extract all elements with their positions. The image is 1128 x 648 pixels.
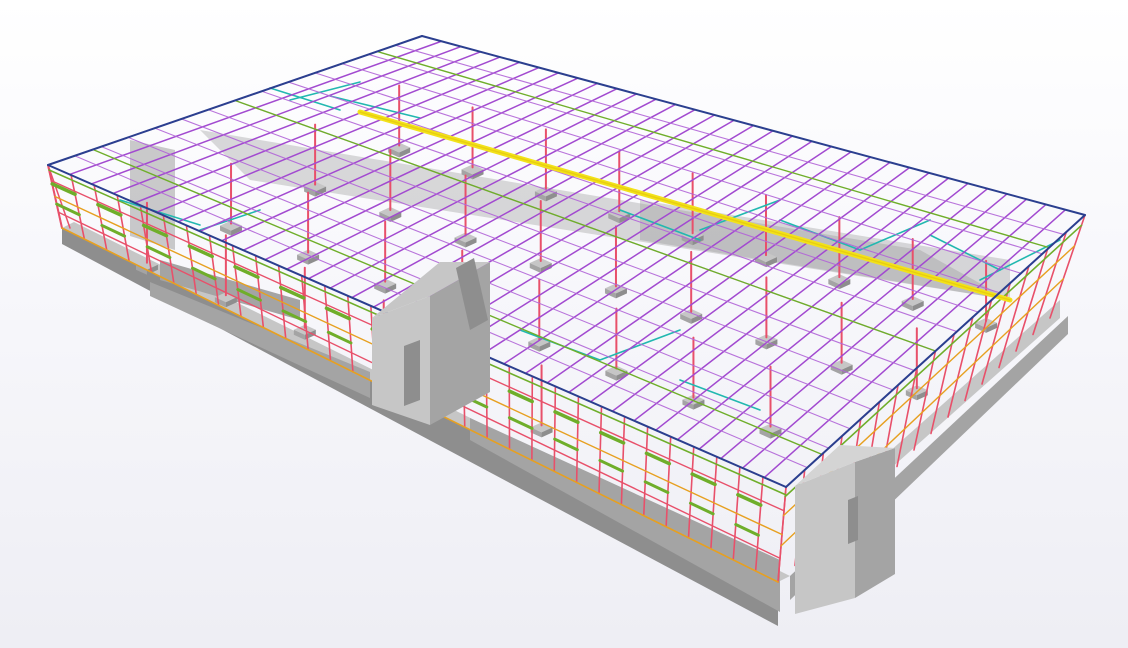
front-wall-girt-band [690, 472, 717, 487]
front-wall-girt-band [553, 437, 579, 452]
right-tower-side [855, 448, 895, 598]
front-wall-girt-band [734, 523, 760, 537]
front-wall-girt-band [507, 416, 534, 430]
front-wall-girt-band [736, 493, 763, 507]
front-wall-girt-band [644, 451, 672, 466]
front-wall-girt-band [598, 458, 625, 473]
3d-model-viewport[interactable] [0, 0, 1128, 648]
right-tower-shaft [848, 496, 858, 544]
middle-tower-opening [404, 340, 420, 406]
wall-girts-group [48, 169, 1083, 583]
front-wall-girt-band [326, 330, 353, 345]
right-tower-front [795, 462, 855, 614]
steel-structure-model[interactable] [0, 0, 1128, 648]
front-wall-girt-band [688, 501, 715, 516]
front-wall-girt-band [599, 430, 626, 445]
middle-tower-front [372, 296, 430, 425]
front-wall-girt-band [643, 480, 670, 494]
